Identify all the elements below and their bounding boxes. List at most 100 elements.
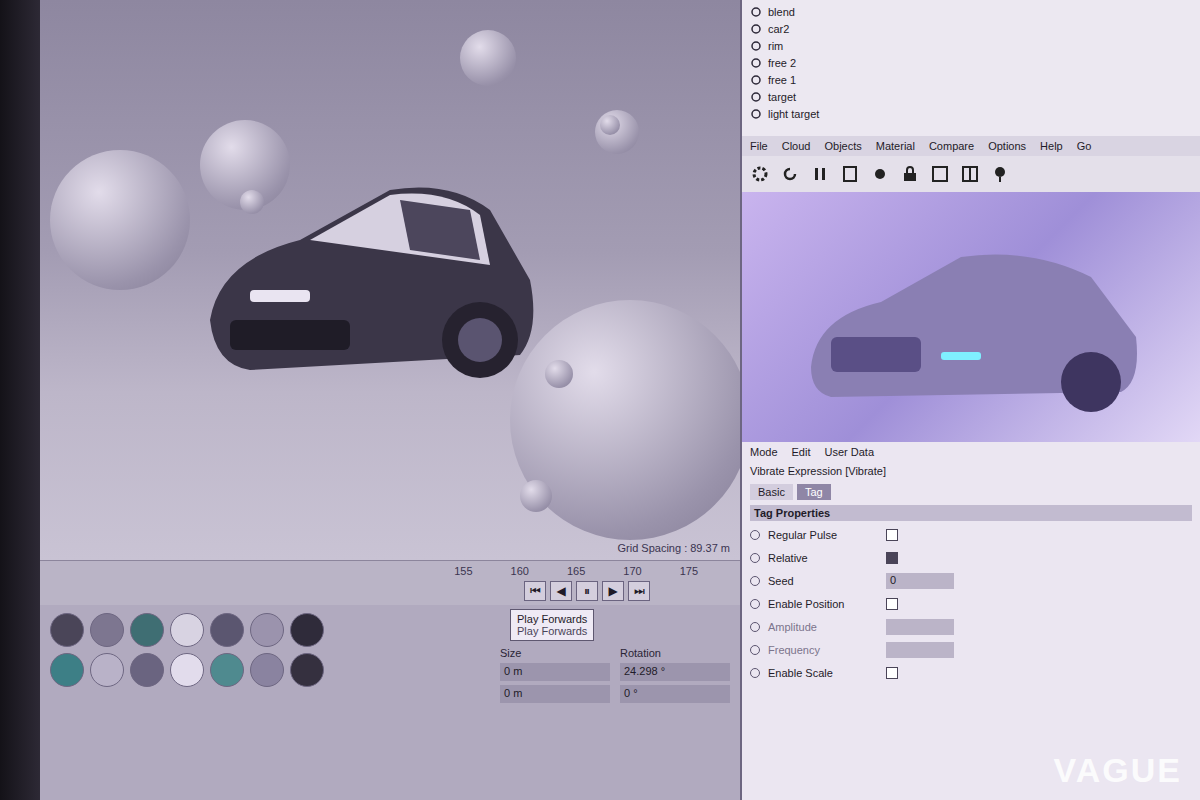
sphere-object[interactable] bbox=[520, 480, 552, 512]
menu-item[interactable]: Material bbox=[876, 140, 915, 152]
sphere-object[interactable] bbox=[50, 150, 190, 290]
material-swatch[interactable] bbox=[50, 653, 84, 687]
sphere-object[interactable] bbox=[600, 115, 620, 135]
material-swatch[interactable] bbox=[130, 653, 164, 687]
viewport[interactable]: Grid Spacing : 89.37 m bbox=[40, 0, 740, 560]
material-swatch[interactable] bbox=[130, 613, 164, 647]
refresh-icon[interactable] bbox=[780, 164, 800, 184]
attribute-tabs: BasicTag bbox=[750, 484, 1192, 500]
object-row[interactable]: free 2 bbox=[750, 55, 1192, 71]
animate-dot[interactable] bbox=[750, 645, 760, 655]
object-manager: blendcar2rimfree 2free 1targetlight targ… bbox=[742, 0, 1200, 136]
coordinate-row: 0 m 24.298 ° bbox=[500, 663, 730, 681]
transport-button[interactable]: ◀ bbox=[550, 581, 572, 601]
material-swatch[interactable] bbox=[50, 613, 84, 647]
animate-dot[interactable] bbox=[750, 668, 760, 678]
transport-button[interactable]: ⏮ bbox=[524, 581, 546, 601]
menu-item[interactable]: Compare bbox=[929, 140, 974, 152]
attribute-checkbox[interactable] bbox=[886, 667, 898, 679]
menu-item[interactable]: Objects bbox=[824, 140, 861, 152]
material-swatch[interactable] bbox=[210, 613, 244, 647]
timeline[interactable]: 155160165170175⏮◀⏸▶⏭ bbox=[40, 560, 740, 605]
object-row[interactable]: free 1 bbox=[750, 72, 1192, 88]
attribute-row: Seed0 bbox=[750, 572, 1192, 590]
settings-icon[interactable] bbox=[870, 164, 890, 184]
render-preview bbox=[742, 192, 1200, 442]
coordinate-header: Size bbox=[500, 647, 610, 659]
sphere-object[interactable] bbox=[240, 190, 264, 214]
region-icon[interactable] bbox=[840, 164, 860, 184]
menu-item[interactable]: Mode bbox=[750, 446, 778, 458]
coordinate-field[interactable]: 24.298 ° bbox=[620, 663, 730, 681]
material-swatch[interactable] bbox=[90, 653, 124, 687]
null-object-icon bbox=[750, 108, 762, 120]
attribute-field[interactable] bbox=[886, 642, 954, 658]
pause-icon[interactable] bbox=[810, 164, 830, 184]
attribute-field[interactable]: 0 bbox=[886, 573, 954, 589]
material-manager bbox=[50, 613, 490, 792]
material-swatch[interactable] bbox=[90, 613, 124, 647]
transport-bar: ⏮◀⏸▶⏭ bbox=[50, 581, 730, 601]
gear-icon[interactable] bbox=[750, 164, 770, 184]
coordinate-field[interactable]: 0 m bbox=[500, 663, 610, 681]
snapshot-icon[interactable] bbox=[930, 164, 950, 184]
animate-dot[interactable] bbox=[750, 553, 760, 563]
material-swatch[interactable] bbox=[250, 613, 284, 647]
material-swatch[interactable] bbox=[170, 653, 204, 687]
ruler-tick: 160 bbox=[509, 565, 531, 577]
compare-icon[interactable] bbox=[960, 164, 980, 184]
tooltip-hint: Play Forwards bbox=[517, 625, 587, 637]
timeline-ruler[interactable]: 155160165170175 bbox=[50, 565, 730, 577]
lock-icon[interactable] bbox=[900, 164, 920, 184]
object-row[interactable]: car2 bbox=[750, 21, 1192, 37]
tooltip-title: Play Forwards bbox=[517, 613, 587, 625]
ruler-tick: 165 bbox=[565, 565, 587, 577]
menu-item[interactable]: Go bbox=[1077, 140, 1092, 152]
menu-item[interactable]: Edit bbox=[792, 446, 811, 458]
transport-button[interactable]: ▶ bbox=[602, 581, 624, 601]
pin-icon[interactable] bbox=[990, 164, 1010, 184]
animate-dot[interactable] bbox=[750, 530, 760, 540]
object-row[interactable]: light target bbox=[750, 106, 1192, 122]
attribute-label: Amplitude bbox=[768, 621, 878, 633]
object-row[interactable]: rim bbox=[750, 38, 1192, 54]
attribute-title: Vibrate Expression [Vibrate] bbox=[750, 463, 1192, 479]
attribute-label: Enable Scale bbox=[768, 667, 878, 679]
attribute-label: Regular Pulse bbox=[768, 529, 878, 541]
sphere-object[interactable] bbox=[545, 360, 573, 388]
rendered-car-image bbox=[791, 217, 1151, 417]
animate-dot[interactable] bbox=[750, 599, 760, 609]
attribute-tab[interactable]: Tag bbox=[797, 484, 831, 500]
animate-dot[interactable] bbox=[750, 622, 760, 632]
material-swatch[interactable] bbox=[290, 613, 324, 647]
menu-item[interactable]: User Data bbox=[825, 446, 875, 458]
object-row[interactable]: target bbox=[750, 89, 1192, 105]
animate-dot[interactable] bbox=[750, 576, 760, 586]
material-swatch[interactable] bbox=[290, 653, 324, 687]
attribute-tab[interactable]: Basic bbox=[750, 484, 793, 500]
material-swatch[interactable] bbox=[210, 653, 244, 687]
object-row[interactable]: blend bbox=[750, 4, 1192, 20]
transport-button[interactable]: ⏭ bbox=[628, 581, 650, 601]
attribute-checkbox[interactable] bbox=[886, 529, 898, 541]
menu-item[interactable]: File bbox=[750, 140, 768, 152]
coordinate-headers: SizeRotation bbox=[500, 647, 730, 659]
menu-item[interactable]: Cloud bbox=[782, 140, 811, 152]
sphere-object[interactable] bbox=[460, 30, 516, 86]
coordinate-field[interactable]: 0 ° bbox=[620, 685, 730, 703]
null-object-icon bbox=[750, 91, 762, 103]
attribute-checkbox[interactable] bbox=[886, 598, 898, 610]
menu-item[interactable]: Help bbox=[1040, 140, 1063, 152]
menu-item[interactable]: Options bbox=[988, 140, 1026, 152]
material-swatch[interactable] bbox=[170, 613, 204, 647]
null-object-icon bbox=[750, 74, 762, 86]
material-swatch[interactable] bbox=[250, 653, 284, 687]
attribute-checkbox[interactable] bbox=[886, 552, 898, 564]
transport-button[interactable]: ⏸ bbox=[576, 581, 598, 601]
render-menu-bar: File Cloud Objects Material Compare Options He… bbox=[742, 136, 1200, 156]
car-model-icon[interactable] bbox=[190, 170, 550, 390]
attribute-field[interactable] bbox=[886, 619, 954, 635]
grid-spacing-label: Grid Spacing : 89.37 m bbox=[617, 542, 730, 554]
bottom-panel: SizeRotation 0 m 24.298 ° 0 m 0 ° Play Forwar… bbox=[40, 605, 740, 800]
coordinate-field[interactable]: 0 m bbox=[500, 685, 610, 703]
